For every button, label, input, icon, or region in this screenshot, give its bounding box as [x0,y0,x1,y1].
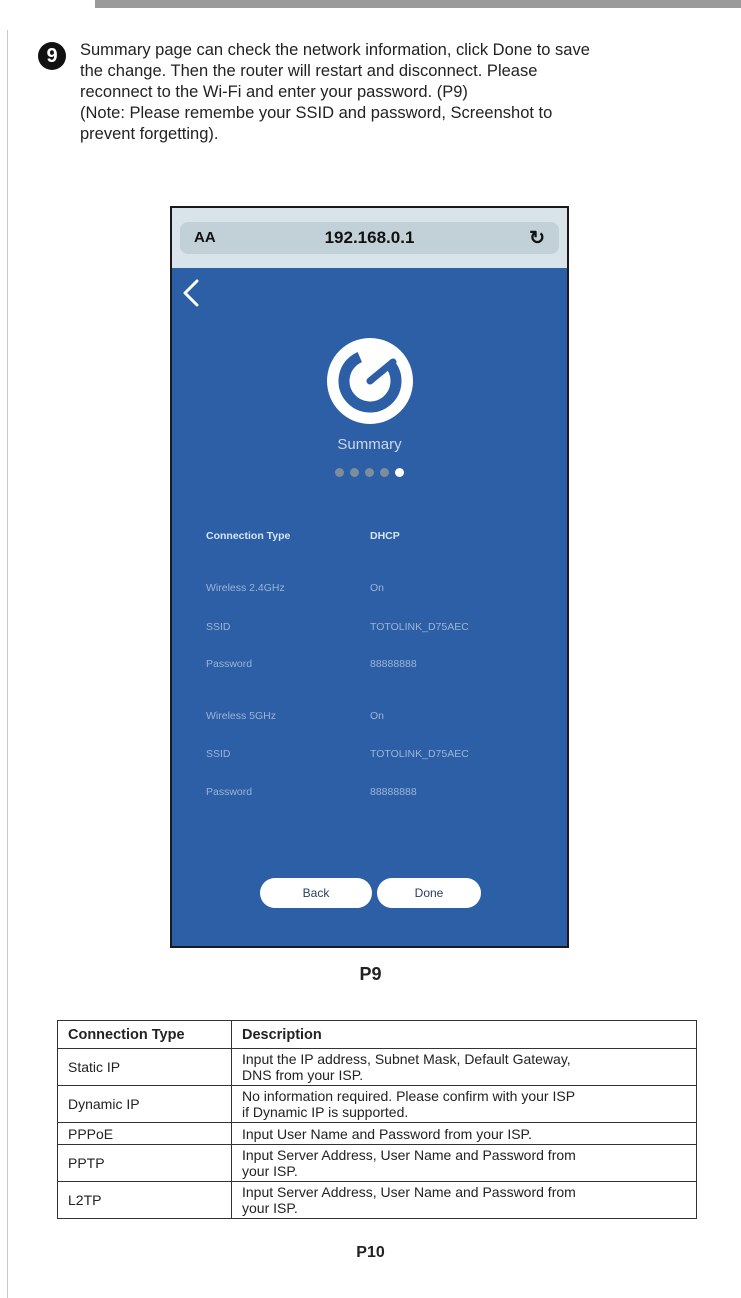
instruction-line: Summary page can check the network infor… [80,41,590,59]
info-row-password-24: Password 88888888 [206,658,546,674]
info-row-wireless-5: Wireless 5GHz On [206,710,546,726]
table-header-row: Connection Type Description [57,1020,697,1049]
info-row-connection-type: Connection Type DHCP [206,530,546,546]
connection-type-table: Connection Type Description Static IP In… [57,1020,697,1219]
back-button[interactable]: Back [260,878,372,908]
table-row: Dynamic IP No information required. Plea… [57,1085,697,1123]
description-line: Input Server Address, User Name and Pass… [242,1184,576,1200]
phone-screenshot: AA 192.168.0.1 ↻ Summary Connection Type… [170,206,569,948]
type-cell: L2TP [57,1181,232,1219]
info-value: TOTOLINK_D75AEC [370,748,469,760]
table-row: Static IP Input the IP address, Subnet M… [57,1048,697,1086]
description-line: Input User Name and Password from your I… [242,1125,532,1142]
table-row: PPTP Input Server Address, User Name and… [57,1144,697,1182]
figure-caption-p10: P10 [356,1244,385,1261]
info-label: SSID [206,621,231,633]
type-cell: PPTP [57,1144,232,1182]
brand-logo-icon [327,338,413,424]
description-line: if Dynamic IP is supported. [242,1104,409,1120]
description-line: No information required. Please confirm … [242,1088,576,1104]
step-instructions: Summary page can check the network infor… [80,40,720,145]
table-row: PPPoE Input User Name and Password from … [57,1122,697,1145]
column-header: Connection Type [57,1020,232,1049]
step-progress-dots [172,468,567,477]
instruction-line: the change. Then the router will restart… [80,62,538,80]
info-label: Password [206,786,253,798]
header-rule [95,0,741,8]
progress-dot [335,468,344,477]
info-value: On [370,582,385,594]
progress-dot [365,468,374,477]
step-number-badge: 9 [38,42,66,70]
info-label: Wireless 5GHz [206,710,277,722]
type-cell: PPPoE [57,1122,232,1145]
info-value: 88888888 [370,658,417,670]
info-value: 88888888 [370,786,417,798]
margin-rule [7,30,8,1298]
info-value: DHCP [370,530,400,542]
info-row-wireless-24: Wireless 2.4GHz On [206,582,546,598]
progress-dot [380,468,389,477]
description-cell: Input Server Address, User Name and Pass… [231,1144,697,1182]
reload-icon[interactable]: ↻ [529,227,545,250]
instruction-line: (Note: Please remembe your SSID and pass… [80,104,553,122]
info-label: SSID [206,748,231,760]
description-cell: Input Server Address, User Name and Pass… [231,1181,697,1219]
info-label: Connection Type [206,530,291,542]
info-row-password-5: Password 88888888 [206,786,546,802]
info-label: Wireless 2.4GHz [206,582,285,594]
info-row-ssid-5: SSID TOTOLINK_D75AEC [206,748,546,764]
description-cell: Input User Name and Password from your I… [231,1122,697,1145]
info-label: Password [206,658,253,670]
description-line: Input Server Address, User Name and Pass… [242,1147,576,1163]
page-title: Summary [337,436,402,453]
instruction-line: prevent forgetting). [80,125,219,143]
description-cell: Input the IP address, Subnet Mask, Defau… [231,1048,697,1086]
column-header: Description [231,1020,697,1049]
browser-url-bar: AA 192.168.0.1 ↻ [172,208,567,268]
info-value: TOTOLINK_D75AEC [370,621,469,633]
description-line: DNS from your ISP. [242,1067,364,1083]
table-row: L2TP Input Server Address, User Name and… [57,1181,697,1219]
done-button[interactable]: Done [377,878,481,908]
description-line: your ISP. [242,1163,298,1179]
description-line: your ISP. [242,1200,298,1216]
description-line: Input the IP address, Subnet Mask, Defau… [242,1051,571,1067]
chevron-left-icon[interactable] [180,278,202,308]
figure-caption-p9: P9 [359,964,382,984]
type-cell: Dynamic IP [57,1085,232,1123]
progress-dot [350,468,359,477]
info-row-ssid-24: SSID TOTOLINK_D75AEC [206,621,546,637]
info-value: On [370,710,385,722]
url-pill[interactable]: AA 192.168.0.1 ↻ [180,222,559,254]
instruction-line: reconnect to the Wi-Fi and enter your pa… [80,83,468,101]
description-cell: No information required. Please confirm … [231,1085,697,1123]
url-text[interactable]: 192.168.0.1 [180,228,559,248]
type-cell: Static IP [57,1048,232,1086]
progress-dot-active [395,468,404,477]
